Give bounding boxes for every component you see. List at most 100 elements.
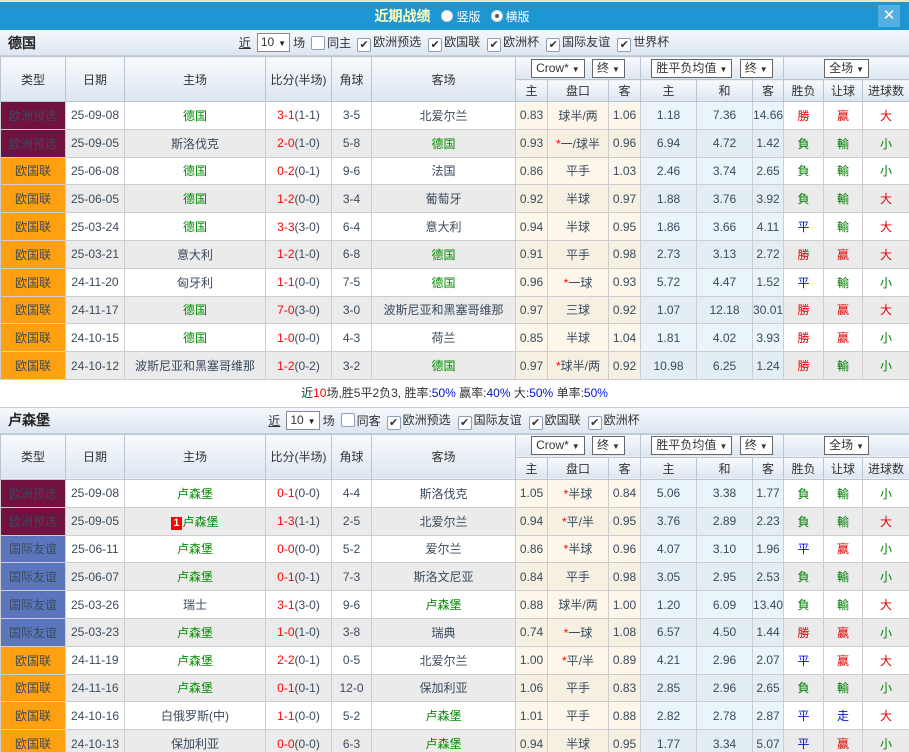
mean-final-select[interactable]: 终▼ (740, 59, 773, 78)
summary-segment: 40% (487, 386, 511, 400)
mean-away: 2.65 (753, 157, 784, 185)
handicap-line: 球半/两 (548, 591, 609, 619)
league-label: 欧洲杯 (503, 35, 539, 49)
odds-company-select[interactable]: Crow*▼ (531, 436, 585, 455)
halftime-score: (0-1) (295, 570, 320, 584)
games-label: 场 (323, 412, 335, 429)
league-label: 欧国联 (444, 35, 480, 49)
mean-draw: 6.09 (697, 591, 753, 619)
mean-final-select[interactable]: 终▼ (740, 436, 773, 455)
handicap-line: *一球 (548, 618, 609, 646)
league-checkbox[interactable] (487, 38, 501, 52)
away-team-name: 斯洛伐克 (419, 487, 467, 501)
summary-row: 近10场,胜5平2负3, 胜率:50% 赢率:40% 大:50% 单率:50% (0, 380, 909, 408)
odds-away: 1.03 (609, 157, 641, 185)
fullmatch-select[interactable]: 全场▼ (824, 436, 869, 455)
fulltime-score: 0-0 (277, 737, 294, 751)
mean-away: 1.24 (753, 352, 784, 380)
layout-radio-vertical[interactable]: 竖版 (441, 8, 480, 25)
league-checkbox[interactable] (357, 38, 371, 52)
score-cell: 3-1(3-0) (266, 591, 332, 619)
handicap-line: 半球 (548, 185, 609, 213)
match-date: 25-09-05 (66, 129, 125, 157)
result-winloss: 勝 (784, 240, 824, 268)
mean-draw: 2.96 (697, 674, 753, 702)
chevron-down-icon: ▼ (856, 65, 864, 74)
away-team-name: 北爱尔兰 (419, 654, 467, 668)
team-section-luxembourg: 卢森堡 近 10▼ 场 同客 欧洲预选国际友谊欧国联欧洲杯 类型 日期 主场 比… (0, 408, 909, 752)
home-team-name: 卢森堡 (177, 487, 213, 501)
handicap-line: 平手 (548, 157, 609, 185)
league-checkbox[interactable] (428, 38, 442, 52)
result-goals: 大 (863, 702, 909, 730)
same-venue-checkbox[interactable] (311, 36, 325, 50)
radio-vertical-icon[interactable] (441, 10, 453, 22)
away-team: 卢森堡 (372, 591, 516, 619)
league-checkbox[interactable] (387, 416, 401, 430)
home-team-name: 波斯尼亚和黑塞哥维那 (135, 359, 255, 373)
same-venue-checkbox[interactable] (341, 413, 355, 427)
league-type-badge: 欧国联 (1, 702, 66, 730)
fulltime-score: 3-3 (277, 220, 294, 234)
odds-final-select[interactable]: 终▼ (592, 59, 625, 78)
mean-select[interactable]: 胜平负均值▼ (651, 59, 732, 78)
odds-home: 0.96 (516, 268, 548, 296)
score-cell: 0-2(0-1) (266, 157, 332, 185)
mean-home: 1.88 (641, 185, 697, 213)
handicap-line: 三球 (548, 296, 609, 324)
league-checkbox[interactable] (617, 38, 631, 52)
near-label: 近 (268, 412, 280, 429)
fullmatch-select[interactable]: 全场▼ (824, 59, 869, 78)
odds-away: 1.08 (609, 618, 641, 646)
summary-segment: 大: (511, 386, 530, 400)
result-handicap: 赢 (824, 296, 863, 324)
mean-draw: 4.50 (697, 618, 753, 646)
star-mark: * (562, 515, 567, 529)
radio-horizontal-icon[interactable] (491, 10, 503, 22)
chevron-down-icon: ▼ (612, 65, 620, 74)
layout-radio-horizontal[interactable]: 横版 (491, 8, 530, 25)
mean-away: 13.40 (753, 591, 784, 619)
odds-final-select[interactable]: 终▼ (592, 436, 625, 455)
col-result-goals: 进球数 (863, 80, 909, 102)
result-winloss: 平 (784, 535, 824, 563)
chevron-down-icon: ▼ (572, 442, 580, 451)
handicap-line: 平手 (548, 240, 609, 268)
away-team: 卢森堡 (372, 702, 516, 730)
result-handicap: 輸 (824, 507, 863, 535)
match-row: 欧洲预选25-09-08德国3-1(1-1)3-5北爱尔兰0.83球半/两1.0… (1, 102, 909, 130)
mean-home: 2.85 (641, 674, 697, 702)
odds-home: 0.92 (516, 185, 548, 213)
odds-home: 1.01 (516, 702, 548, 730)
league-checkbox[interactable] (458, 416, 472, 430)
away-team: 卢森堡 (372, 730, 516, 752)
col-result-handicap: 让球 (824, 457, 863, 479)
close-button[interactable]: ✕ (878, 5, 900, 27)
col-score: 比分(半场) (266, 57, 332, 102)
odds-company-select[interactable]: Crow*▼ (531, 59, 585, 78)
odds-away: 0.84 (609, 479, 641, 507)
league-type-badge: 欧洲预选 (1, 507, 66, 535)
match-row: 国际友谊25-03-26瑞士3-1(3-0)9-6卢森堡0.88球半/两1.00… (1, 591, 909, 619)
league-type-badge: 欧国联 (1, 296, 66, 324)
match-row: 欧国联24-10-15德国1-0(0-0)4-3荷兰0.85半球1.041.81… (1, 324, 909, 352)
home-team: 德国 (125, 102, 266, 130)
league-checkbox[interactable] (529, 416, 543, 430)
corner-count: 5-2 (332, 702, 372, 730)
mean-select[interactable]: 胜平负均值▼ (651, 436, 732, 455)
match-count-select[interactable]: 10▼ (286, 411, 319, 430)
summary-segment: 50% (584, 386, 608, 400)
col-odds-pan: 盘口 (548, 80, 609, 102)
home-team: 德国 (125, 213, 266, 241)
halftime-score: (0-0) (295, 709, 320, 723)
league-checkbox[interactable] (588, 416, 602, 430)
mean-home: 2.82 (641, 702, 697, 730)
result-handicap: 赢 (824, 618, 863, 646)
halftime-score: (1-0) (295, 136, 320, 150)
result-winloss: 負 (784, 129, 824, 157)
home-team: 卢森堡 (125, 563, 266, 591)
match-count-select[interactable]: 10▼ (257, 33, 290, 52)
mean-draw: 3.13 (697, 240, 753, 268)
mean-draw: 3.38 (697, 479, 753, 507)
league-checkbox[interactable] (546, 38, 560, 52)
